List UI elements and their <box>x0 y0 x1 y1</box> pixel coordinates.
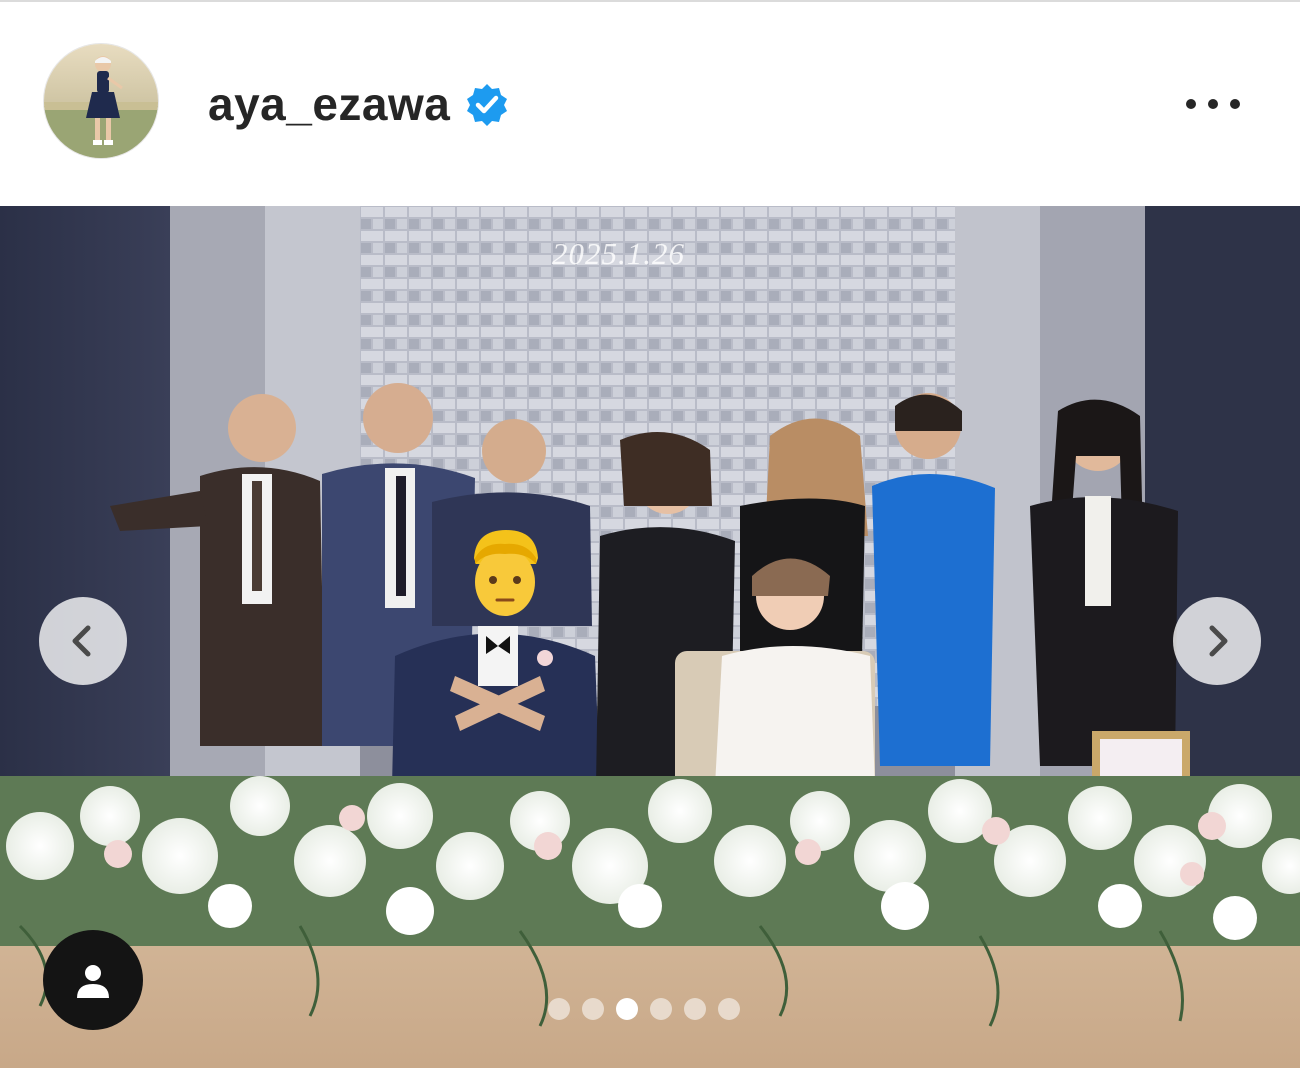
carousel-dot[interactable] <box>718 998 740 1020</box>
carousel-dot[interactable] <box>650 998 672 1020</box>
carousel-dot[interactable] <box>684 998 706 1020</box>
carousel-prev-button[interactable] <box>39 597 127 685</box>
carousel-dot[interactable] <box>548 998 570 1020</box>
carousel-next-button[interactable] <box>1173 597 1261 685</box>
verified-badge-icon <box>464 82 510 128</box>
tagged-users-button[interactable] <box>43 930 143 1030</box>
more-options-button[interactable] <box>1176 86 1250 122</box>
more-dot-icon <box>1208 99 1218 109</box>
chevron-right-icon <box>1209 625 1228 657</box>
carousel-dot-active[interactable] <box>616 998 638 1020</box>
user-tag-icon <box>77 965 109 998</box>
backdrop-date: 2025.1.26 <box>552 236 685 271</box>
username[interactable]: aya_ezawa <box>208 76 450 132</box>
more-dot-icon <box>1186 99 1196 109</box>
post-photo[interactable]: 2025.1.26 <box>0 206 1300 1068</box>
face-cover-emoji-icon <box>474 530 538 616</box>
more-dot-icon <box>1230 99 1240 109</box>
carousel-dot[interactable] <box>582 998 604 1020</box>
chevron-left-icon <box>72 625 91 657</box>
carousel-indicator <box>548 998 740 1020</box>
instagram-post: aya_ezawa 2025.1.26 <box>0 0 1300 1068</box>
post-header: aya_ezawa <box>0 2 1300 205</box>
profile-avatar[interactable] <box>44 44 158 158</box>
